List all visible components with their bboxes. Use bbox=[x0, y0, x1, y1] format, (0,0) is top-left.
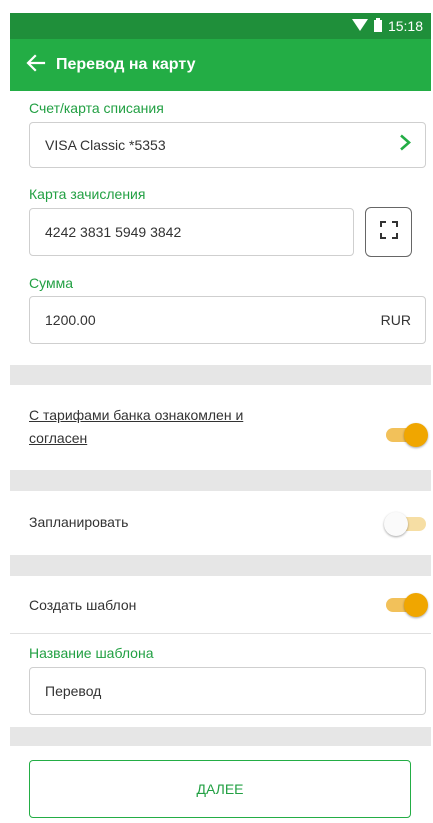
toggle-thumb bbox=[404, 423, 428, 447]
amount-input[interactable]: 1200.00 RUR bbox=[29, 296, 426, 344]
section-divider bbox=[10, 470, 431, 491]
section-divider bbox=[10, 555, 431, 576]
template-name-label: Название шаблона bbox=[29, 645, 154, 661]
screen: 15:18 Перевод на карту Счет/карта списан… bbox=[10, 13, 431, 823]
currency-label: RUR bbox=[380, 312, 411, 328]
debit-account-value: VISA Classic *5353 bbox=[45, 137, 166, 153]
schedule-label: Запланировать bbox=[29, 514, 129, 530]
toggle-thumb bbox=[404, 593, 428, 617]
scan-card-button[interactable] bbox=[365, 207, 412, 257]
amount-value: 1200.00 bbox=[45, 312, 96, 328]
template-name-value: Перевод bbox=[45, 683, 102, 699]
create-template-toggle[interactable] bbox=[384, 593, 428, 617]
battery-icon bbox=[373, 17, 382, 35]
back-button[interactable] bbox=[10, 39, 62, 91]
status-bar: 15:18 bbox=[10, 13, 431, 39]
scan-icon bbox=[379, 220, 399, 245]
create-template-label: Создать шаблон bbox=[29, 597, 137, 613]
divider-line bbox=[10, 633, 431, 634]
schedule-toggle[interactable] bbox=[384, 512, 428, 536]
terms-text-line1: С тарифами банка ознакомлен и bbox=[29, 407, 244, 423]
debit-account-label: Счет/карта списания bbox=[29, 100, 164, 116]
section-divider bbox=[10, 365, 431, 385]
wifi-icon bbox=[351, 18, 368, 34]
target-card-label: Карта зачисления bbox=[29, 186, 146, 202]
app-bar: Перевод на карту bbox=[10, 39, 431, 91]
chevron-right-icon bbox=[399, 134, 411, 157]
template-name-input[interactable]: Перевод bbox=[29, 667, 426, 715]
terms-toggle[interactable] bbox=[384, 423, 428, 447]
target-card-value: 4242 3831 5949 3842 bbox=[45, 224, 182, 240]
status-time: 15:18 bbox=[387, 18, 423, 34]
target-card-input[interactable]: 4242 3831 5949 3842 bbox=[29, 208, 354, 256]
section-divider bbox=[10, 727, 431, 746]
toggle-thumb bbox=[384, 512, 408, 536]
page-title: Перевод на карту bbox=[56, 56, 196, 73]
arrow-left-icon bbox=[26, 53, 46, 78]
debit-account-select[interactable]: VISA Classic *5353 bbox=[29, 122, 426, 168]
next-button[interactable]: ДАЛЕЕ bbox=[29, 760, 411, 818]
terms-text-line2: согласен bbox=[29, 430, 88, 446]
terms-link[interactable]: С тарифами банка ознакомлен и согласен bbox=[29, 404, 243, 450]
amount-label: Сумма bbox=[29, 275, 73, 291]
